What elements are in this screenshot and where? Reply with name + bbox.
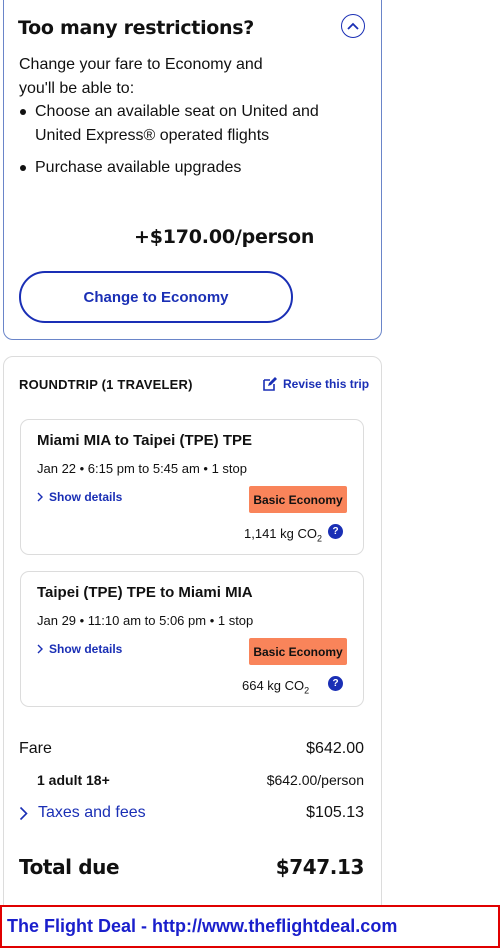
show-details-link[interactable]: Show details	[37, 642, 122, 656]
fare-class-badge: Basic Economy	[249, 638, 347, 665]
show-details-label: Show details	[49, 490, 123, 504]
chevron-up-icon	[347, 22, 359, 30]
restrictions-title: Too many restrictions?	[18, 17, 255, 39]
collapse-button[interactable]	[341, 14, 365, 38]
chevron-right-icon	[19, 806, 28, 820]
chevron-right-icon	[37, 492, 43, 502]
price-difference: +$170.00/person	[134, 226, 315, 248]
co2-value: 1,141 kg CO	[244, 526, 317, 541]
co2-emissions: 664 kg CO2	[242, 678, 309, 696]
benefit-item: Purchase available upgrades	[19, 156, 319, 180]
benefit-item: Choose an available seat on United and U…	[19, 100, 319, 148]
co2-emissions: 1,141 kg CO2	[244, 526, 322, 544]
fare-value: $642.00	[306, 740, 364, 757]
benefits-list: Choose an available seat on United and U…	[19, 100, 319, 188]
co2-subscript: 2	[317, 533, 323, 544]
trip-heading: ROUNDTRIP (1 TRAVELER)	[19, 377, 193, 392]
flight-card-return: Taipei (TPE) TPE to Miami MIA Jan 29 • 1…	[20, 571, 364, 707]
chevron-right-icon	[37, 644, 43, 654]
adult-label: 1 adult 18+	[37, 772, 110, 788]
help-icon[interactable]: ?	[328, 524, 343, 539]
fare-class-badge: Basic Economy	[249, 486, 347, 513]
edit-icon	[263, 377, 277, 391]
revise-trip-link[interactable]: Revise this trip	[262, 376, 369, 392]
taxes-value: $105.13	[306, 804, 364, 821]
total-label: Total due	[19, 855, 120, 879]
co2-subscript: 2	[304, 685, 310, 696]
show-details-label: Show details	[49, 642, 123, 656]
flight-time: Jan 29 • 11:10 am to 5:06 pm • 1 stop	[37, 613, 254, 628]
taxes-toggle[interactable]: Taxes and fees	[19, 804, 146, 822]
help-icon[interactable]: ?	[328, 676, 343, 691]
fare-label: Fare	[19, 740, 52, 757]
watermark-text: The Flight Deal - http://www.theflightde…	[7, 916, 398, 936]
watermark-banner: The Flight Deal - http://www.theflightde…	[0, 905, 500, 948]
change-to-economy-button[interactable]: Change to Economy	[19, 271, 293, 323]
co2-value: 664 kg CO	[242, 678, 305, 693]
restrictions-intro: Change your fare to Economy and you'll b…	[19, 56, 263, 97]
show-details-link[interactable]: Show details	[37, 490, 122, 504]
revise-trip-label: Revise this trip	[283, 377, 370, 391]
adult-value: $642.00/person	[266, 772, 364, 788]
flight-time: Jan 22 • 6:15 pm to 5:45 am • 1 stop	[37, 461, 248, 476]
taxes-label: Taxes and fees	[38, 804, 146, 821]
flight-route: Taipei (TPE) TPE to Miami MIA	[37, 584, 253, 601]
flight-card-outbound: Miami MIA to Taipei (TPE) TPE Jan 22 • 6…	[20, 419, 364, 555]
flight-route: Miami MIA to Taipei (TPE) TPE	[37, 432, 253, 449]
total-value: $747.13	[275, 855, 365, 879]
